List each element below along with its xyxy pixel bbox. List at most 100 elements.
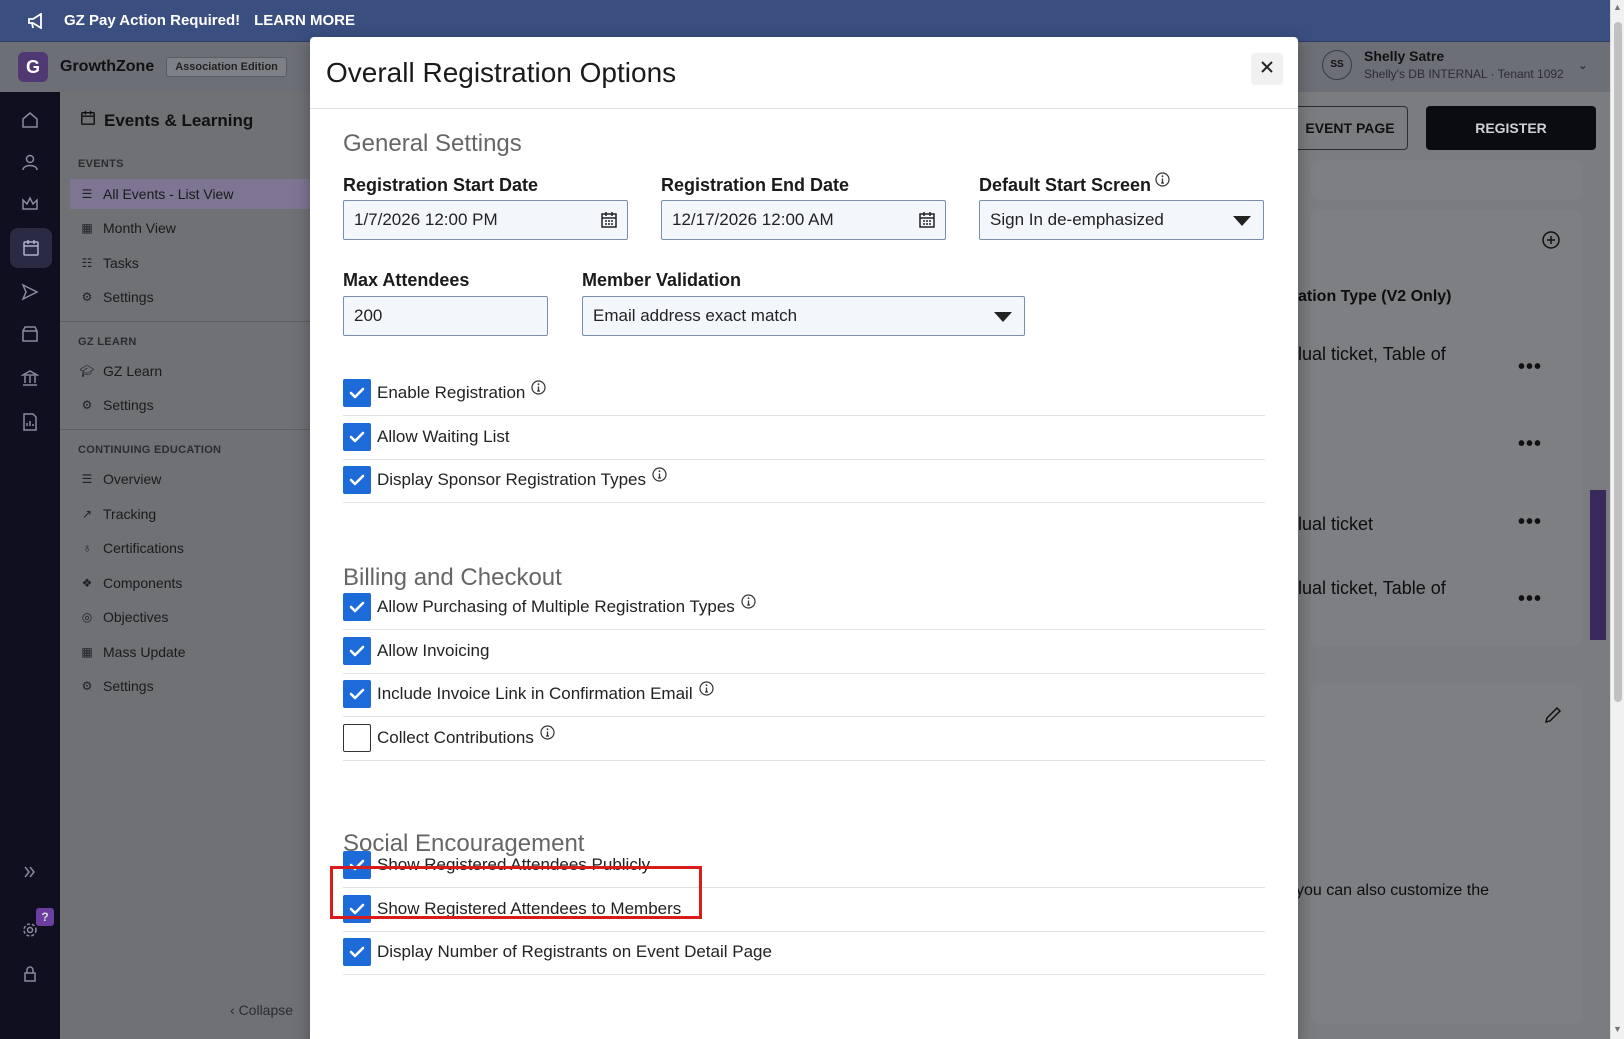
reports-icon[interactable] xyxy=(18,410,42,434)
sidebar-item-gz-learn[interactable]: 🎓︎ GZ Learn xyxy=(79,363,162,379)
megaphone-icon xyxy=(28,12,50,29)
default-start-screen-select[interactable]: Sign In de-emphasized xyxy=(979,200,1264,240)
sidebar-item-all-events[interactable]: ☰ All Events - List View xyxy=(70,179,310,209)
allow-invoicing-checkbox[interactable] xyxy=(343,636,371,665)
option-row-display-sponsor-registration-types[interactable]: Display Sponsor Registration Types xyxy=(343,458,1265,503)
option-row-allow-purchasing-of-multiple-registration-types[interactable]: Allow Purchasing of Multiple Registratio… xyxy=(343,585,1265,630)
max-attendees-input[interactable]: 200 xyxy=(343,296,548,336)
option-row-allow-waiting-list[interactable]: Allow Waiting List xyxy=(343,415,1265,460)
sidebar-item-tasks[interactable]: ☷ Tasks xyxy=(80,255,139,271)
sidebar-item-month-view[interactable]: ▦ Month View xyxy=(80,220,176,236)
calendar-icon[interactable] xyxy=(10,228,52,268)
collect-contributions-label[interactable]: Collect Contributions xyxy=(377,724,555,748)
include-invoice-link-in-confirmation-email-checkbox[interactable] xyxy=(343,680,371,708)
bank-icon[interactable] xyxy=(18,366,42,390)
section-continuing-education[interactable]: CONTINUING EDUCATION xyxy=(78,444,221,456)
avatar: SS xyxy=(1322,49,1352,80)
display-sponsor-registration-types-checkbox[interactable] xyxy=(343,466,371,494)
dropdown-caret-icon xyxy=(1233,216,1251,226)
section-gz-learn[interactable]: GZ LEARN xyxy=(78,336,137,348)
info-icon[interactable] xyxy=(699,681,714,696)
modal-title: Overall Registration Options xyxy=(326,57,677,88)
option-row-include-invoice-link-in-confirmation-email[interactable]: Include Invoice Link in Confirmation Ema… xyxy=(343,672,1265,717)
user-menu[interactable]: SS Shelly Satre Shelly's DB INTERNAL · T… xyxy=(1322,48,1588,81)
scroll-down-icon[interactable]: ▼ xyxy=(1613,1024,1622,1034)
option-row-enable-registration[interactable]: Enable Registration xyxy=(343,371,1265,416)
collapse-button[interactable]: ‹ Collapse xyxy=(230,1002,293,1018)
allow-purchasing-of-multiple-registration-types-label[interactable]: Allow Purchasing of Multiple Registratio… xyxy=(377,594,756,617)
info-icon[interactable] xyxy=(741,594,756,609)
option-row-collect-contributions[interactable]: Collect Contributions xyxy=(343,716,1265,761)
collect-contributions-checkbox[interactable] xyxy=(343,723,371,752)
display-number-of-registrants-on-event-detail-page-label[interactable]: Display Number of Registrants on Event D… xyxy=(377,942,772,962)
expand-icon[interactable] xyxy=(18,860,42,884)
register-button[interactable]: REGISTER xyxy=(1426,106,1596,150)
award-icon: ♁ xyxy=(82,541,92,555)
reg-start-label: Registration Start Date xyxy=(343,175,539,195)
edit-icon[interactable] xyxy=(1543,705,1563,730)
sidebar-item-tracking[interactable]: ↗ Tracking xyxy=(80,506,156,522)
background-card xyxy=(1310,160,1582,200)
sidebar-item-objectives[interactable]: ◎ Objectives xyxy=(80,609,169,625)
table-cell: lual ticket xyxy=(1298,514,1374,534)
event-page-button[interactable]: EVENT PAGE xyxy=(1292,106,1408,150)
reg-end-label: Registration End Date xyxy=(661,175,850,195)
learn-more-link[interactable]: LEARN MORE xyxy=(254,12,355,29)
add-circle-icon[interactable] xyxy=(1541,230,1561,255)
option-label: Display Sponsor Registration Types xyxy=(377,470,646,489)
option-label: Allow Waiting List xyxy=(377,426,510,446)
calendar-icon[interactable] xyxy=(919,212,935,228)
info-icon[interactable] xyxy=(531,380,546,395)
store-icon[interactable] xyxy=(18,322,42,346)
allow-waiting-list-label[interactable]: Allow Waiting List xyxy=(377,427,510,447)
more-options-icon[interactable]: ••• xyxy=(1518,433,1542,456)
scrollbar-thumb[interactable] xyxy=(1614,22,1622,702)
reg-end-date-input[interactable]: 12/17/2026 12:00 AM xyxy=(661,200,946,240)
reg-start-date-input[interactable]: 1/7/2026 12:00 PM xyxy=(343,200,628,240)
growthzone-logo[interactable]: G xyxy=(18,52,48,82)
sidebar-item-overview[interactable]: ☰ Overview xyxy=(80,471,162,487)
enable-registration-label[interactable]: Enable Registration xyxy=(377,380,546,403)
sidebar-item-ce-settings[interactable]: ⚙ Settings xyxy=(80,678,154,694)
section-events[interactable]: EVENTS xyxy=(78,158,124,170)
gear-icon: ⚙ xyxy=(81,290,93,304)
more-options-icon[interactable]: ••• xyxy=(1518,588,1542,611)
display-number-of-registrants-on-event-detail-page-checkbox[interactable] xyxy=(343,938,371,966)
feedback-tab[interactable] xyxy=(1590,490,1606,640)
crown-icon[interactable] xyxy=(18,192,42,216)
option-row-allow-invoicing[interactable]: Allow Invoicing xyxy=(343,629,1265,674)
info-icon[interactable] xyxy=(540,724,555,740)
scroll-up-icon[interactable]: ▲ xyxy=(1613,2,1622,12)
calendar-icon[interactable] xyxy=(601,212,617,228)
send-icon[interactable] xyxy=(18,280,42,304)
sidebar-item-learn-settings[interactable]: ⚙ Settings xyxy=(80,397,154,413)
sidebar-item-certifications[interactable]: ♁ Certifications xyxy=(80,540,184,556)
sidebar-item-events-settings[interactable]: ⚙ Settings xyxy=(80,289,154,305)
info-icon[interactable] xyxy=(1155,172,1170,187)
allow-purchasing-of-multiple-registration-types-checkbox[interactable] xyxy=(343,593,371,621)
list-icon: ☰ xyxy=(81,472,93,486)
more-options-icon[interactable]: ••• xyxy=(1518,511,1542,534)
display-sponsor-registration-types-label[interactable]: Display Sponsor Registration Types xyxy=(377,467,667,490)
allow-invoicing-label[interactable]: Allow Invoicing xyxy=(377,641,489,661)
enable-registration-checkbox[interactable] xyxy=(343,379,371,407)
more-options-icon[interactable]: ••• xyxy=(1518,356,1542,379)
page-scrollbar[interactable]: ▲ ▼ xyxy=(1610,0,1624,1039)
include-invoice-link-in-confirmation-email-label[interactable]: Include Invoice Link in Confirmation Ema… xyxy=(377,681,714,704)
background-card xyxy=(1310,684,1582,1024)
calendar-icon: ▦ xyxy=(81,221,93,235)
close-button[interactable] xyxy=(1251,53,1283,85)
sidebar-item-mass-update[interactable]: ▦ Mass Update xyxy=(80,644,185,660)
lock-icon[interactable] xyxy=(18,962,42,986)
member-validation-select[interactable]: Email address exact match xyxy=(582,296,1025,336)
allow-waiting-list-checkbox[interactable] xyxy=(343,422,371,451)
info-icon[interactable] xyxy=(652,467,667,482)
sidebar-item-components[interactable]: ❖ Components xyxy=(80,575,183,591)
option-label: Include Invoice Link in Confirmation Ema… xyxy=(377,684,693,703)
user-name: Shelly Satre xyxy=(1364,48,1445,64)
contacts-icon[interactable] xyxy=(18,150,42,174)
gear-icon[interactable] xyxy=(18,918,42,942)
option-row-display-number-of-registrants-on-event-detail-page[interactable]: Display Number of Registrants on Event D… xyxy=(343,930,1265,975)
divider xyxy=(60,429,310,430)
home-icon[interactable] xyxy=(18,108,42,132)
